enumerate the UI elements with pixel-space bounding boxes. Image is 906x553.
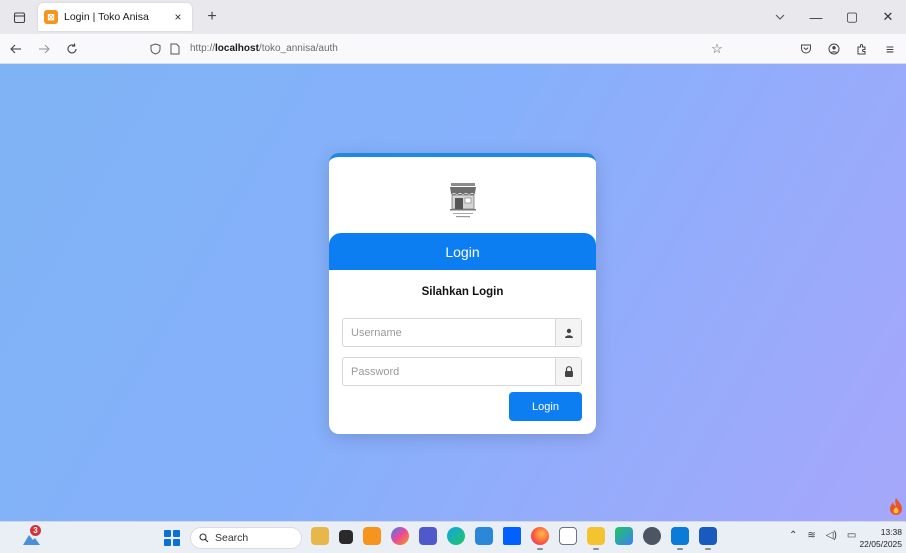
browser-icon[interactable] xyxy=(643,527,661,545)
tab-close-icon[interactable]: × xyxy=(170,10,186,24)
task-view-icon[interactable] xyxy=(339,530,353,544)
copilot-icon[interactable] xyxy=(391,527,409,545)
taskbar-search[interactable]: Search xyxy=(190,527,302,549)
password-group xyxy=(342,357,582,386)
system-tray: ⌃ ≋ ◁) ▭ xyxy=(784,530,861,541)
tab-title: Login | Toko Anisa xyxy=(64,11,149,23)
word-icon[interactable] xyxy=(699,527,717,550)
forward-arrow-icon[interactable] xyxy=(32,37,56,61)
vscode-icon[interactable] xyxy=(671,527,689,550)
login-button[interactable]: Login xyxy=(509,392,582,421)
clock-date: 22/05/2025 xyxy=(859,539,902,549)
page-viewport: Login Silahkan Login Login xyxy=(0,64,906,521)
search-label: Search xyxy=(215,532,249,544)
photos-icon[interactable] xyxy=(475,527,493,545)
extensions-icon[interactable] xyxy=(850,37,874,61)
lock-icon xyxy=(555,358,581,385)
store-logo-icon xyxy=(449,183,476,218)
file-explorer-icon[interactable] xyxy=(311,527,329,545)
notification-badge: 3 xyxy=(30,525,41,536)
battery-icon[interactable]: ▭ xyxy=(847,530,856,541)
files-icon[interactable] xyxy=(587,527,605,550)
page-info-icon[interactable] xyxy=(166,43,184,55)
xampp-icon[interactable] xyxy=(363,527,381,545)
windows-taskbar: 3 Search ⌃ ≋ ◁) ▭ 13:38 22/05/2025 xyxy=(0,521,906,553)
taskbar-clock[interactable]: 13:38 22/05/2025 xyxy=(859,526,902,550)
bookmark-star-icon[interactable]: ☆ xyxy=(708,41,726,57)
browser-tab-active[interactable]: ⊠ Login | Toko Anisa × xyxy=(38,3,192,31)
tracking-shield-icon[interactable] xyxy=(146,42,164,55)
url-text: http://localhost/toko_annisa/auth xyxy=(190,43,338,54)
user-icon xyxy=(555,319,581,346)
app-menu-icon[interactable]: ≡ xyxy=(878,37,902,61)
teams-icon[interactable] xyxy=(419,527,437,545)
address-bar[interactable]: http://localhost/toko_annisa/auth ☆ xyxy=(142,37,732,61)
tab-overflow-chevron-icon[interactable] xyxy=(762,0,798,34)
store-icon[interactable] xyxy=(615,527,633,545)
new-tab-button[interactable]: + xyxy=(202,8,222,26)
login-card: Login Silahkan Login Login xyxy=(329,153,596,434)
password-input[interactable] xyxy=(343,358,555,385)
username-group xyxy=(342,318,582,347)
account-icon[interactable] xyxy=(822,37,846,61)
minimize-button[interactable]: — xyxy=(798,0,834,34)
login-subtitle: Silahkan Login xyxy=(421,286,504,298)
edge-icon[interactable] xyxy=(447,527,465,545)
login-card-header: Login xyxy=(329,233,596,270)
back-arrow-icon[interactable] xyxy=(4,37,28,61)
username-input[interactable] xyxy=(343,319,555,346)
dropbox-icon[interactable] xyxy=(503,527,521,545)
taskbar-apps xyxy=(306,527,722,550)
tab-list-icon[interactable] xyxy=(6,4,32,30)
text-editor-icon[interactable] xyxy=(559,527,577,545)
store-logo xyxy=(329,181,596,221)
reload-icon[interactable] xyxy=(60,37,84,61)
firefox-icon[interactable] xyxy=(531,527,549,550)
flame-widget-icon[interactable] xyxy=(888,497,904,517)
browser-tab-bar: ⊠ Login | Toko Anisa × + — ▢ ✕ xyxy=(0,0,906,34)
browser-nav-bar: http://localhost/toko_annisa/auth ☆ ≡ xyxy=(0,34,906,64)
wifi-icon[interactable]: ≋ xyxy=(807,530,815,541)
pocket-icon[interactable] xyxy=(794,37,818,61)
volume-icon[interactable]: ◁) xyxy=(826,530,837,541)
clock-time: 13:38 xyxy=(880,527,902,537)
tray-chevron-up-icon[interactable]: ⌃ xyxy=(789,530,797,541)
restore-button[interactable]: ▢ xyxy=(834,0,870,34)
store-favicon-icon: ⊠ xyxy=(44,10,58,24)
close-window-button[interactable]: ✕ xyxy=(870,0,906,34)
start-menu-icon[interactable] xyxy=(164,530,180,546)
search-icon xyxy=(199,533,209,543)
